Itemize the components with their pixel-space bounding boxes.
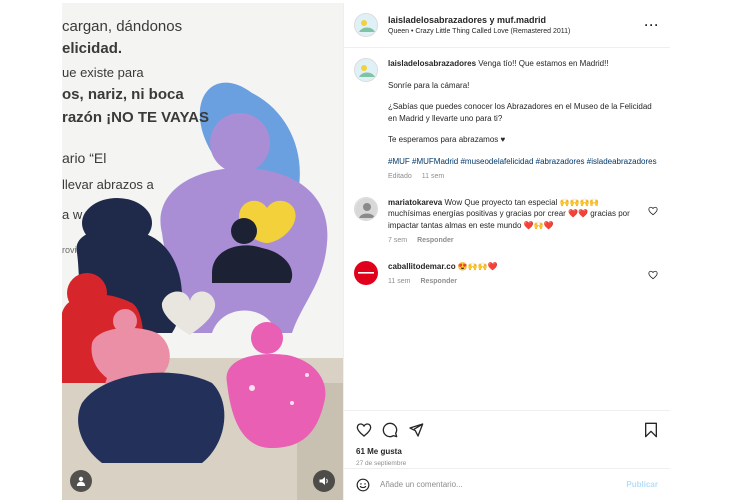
post-container: cargan, dándonos elicidad. ue existe par… (62, 3, 670, 500)
caption-text: Venga tío!! Que estamos en Madrid!! (478, 59, 609, 68)
reply-button[interactable]: Responder (420, 278, 457, 285)
caption-username[interactable]: laisladelosabrazadores (388, 59, 476, 68)
caption-body: laisladelosabrazadores Venga tío!! Que e… (388, 58, 660, 183)
comment-text: 😍🙌🙌❤️ (457, 261, 498, 271)
avatar-illustration (355, 14, 377, 36)
wall-text-line: os, nariz, ni boca (62, 86, 184, 103)
user-tag-button[interactable] (70, 470, 92, 492)
post-authors[interactable]: laisladelosabrazadores y muf.madrid (388, 14, 644, 26)
commenter-avatar[interactable] (354, 196, 378, 221)
comment-like-button[interactable] (648, 267, 658, 285)
heart-outline-icon (648, 206, 658, 215)
share-button[interactable] (408, 422, 424, 438)
comment-input[interactable] (380, 480, 627, 489)
wall-text-line: ario “El (62, 150, 106, 166)
sound-toggle-button[interactable] (313, 470, 335, 492)
video-frame-illustration: cargan, dándonos elicidad. ue existe par… (62, 3, 343, 500)
caption-avatar[interactable] (354, 58, 378, 82)
comment-bubble-icon (382, 422, 398, 438)
wall-text-line: elicidad. (62, 40, 122, 57)
speaker-icon (319, 477, 328, 485)
caption-text: Sonríe para la cámara! (388, 80, 470, 90)
post-date[interactable]: 27 de septiembre (356, 460, 658, 467)
caption: laisladelosabrazadores Venga tío!! Que e… (354, 58, 660, 183)
avatar-illustration (355, 59, 377, 81)
more-horizontal-icon: ··· (644, 18, 660, 32)
smiley-icon (356, 478, 370, 491)
commenter-avatar[interactable] (354, 260, 378, 285)
like-count[interactable]: 61 Me gusta (356, 447, 658, 456)
wall-text-line: ue existe para (62, 65, 144, 80)
post-actions: 61 Me gusta 27 de septiembre Publicar (344, 410, 670, 500)
caption-meta: Editado 11 sem (388, 171, 660, 183)
more-options-button[interactable]: ··· (644, 18, 660, 32)
comment: mariatokareva Wow Que proyecto tan espec… (354, 196, 660, 247)
caption-first-line: laisladelosabrazadores Venga tío!! Que e… (388, 58, 660, 70)
comment-composer: Publicar (344, 468, 670, 500)
comment: caballitodemar.co 😍🙌🙌❤️ 11 sem Responder (354, 260, 660, 288)
comment-like-button[interactable] (648, 203, 658, 221)
post-header: laisladelosabrazadores y muf.madrid Quee… (344, 3, 670, 48)
send-icon (409, 423, 424, 437)
instagram-post-modal: cargan, dándonos elicidad. ue existe par… (0, 0, 750, 500)
post-video[interactable]: cargan, dándonos elicidad. ue existe par… (62, 3, 343, 500)
publish-button[interactable]: Publicar (626, 480, 658, 489)
header-text: laisladelosabrazadores y muf.madrid Quee… (388, 14, 644, 37)
bookmark-icon (645, 422, 657, 438)
wall-text-line: razón ¡NO TE VAYAS (62, 109, 209, 126)
comment-time[interactable]: 7 sem (388, 237, 407, 244)
avatar-illustration (355, 197, 377, 220)
emoji-picker-button[interactable] (356, 478, 370, 492)
edited-label: Editado (388, 173, 412, 180)
audio-track[interactable]: Queen • Crazy Little Thing Called Love (… (388, 26, 644, 37)
heart-outline-icon (356, 423, 372, 437)
wall-text-line: llevar abrazos a (62, 177, 155, 192)
caption-time[interactable]: 11 sem (422, 173, 444, 180)
caption-text: ¿Sabías que puedes conocer los Abrazador… (388, 102, 652, 123)
comment-meta: 7 sem Responder (388, 235, 638, 247)
post-sidebar: laisladelosabrazadores y muf.madrid Quee… (343, 3, 670, 500)
author-avatar[interactable] (354, 13, 378, 37)
action-icons (356, 417, 658, 443)
comment-button[interactable] (382, 422, 398, 438)
caption-text: Te esperamos para abrazamos ♥ (388, 135, 506, 144)
comment-username[interactable]: caballitodemar.co (388, 262, 456, 271)
comment-time[interactable]: 11 sem (388, 278, 410, 285)
wall-text-line: cargan, dándonos (62, 18, 182, 35)
heart-outline-icon (648, 270, 658, 279)
wall-text-line: a w (62, 207, 83, 222)
comment-username[interactable]: mariatokareva (388, 198, 442, 207)
comment-meta: 11 sem Responder (388, 276, 638, 288)
comment-body: mariatokareva Wow Que proyecto tan espec… (388, 197, 660, 247)
comments-section: laisladelosabrazadores Venga tío!! Que e… (344, 48, 670, 410)
save-button[interactable] (644, 422, 658, 438)
reply-button[interactable]: Responder (417, 237, 454, 244)
user-tag-icon (76, 476, 86, 486)
caption-hashtags[interactable]: #MUF #MUFMadrid #museodelafelicidad #abr… (388, 156, 660, 168)
like-button[interactable] (356, 422, 372, 438)
comment-body: caballitodemar.co 😍🙌🙌❤️ 11 sem Responder (388, 261, 660, 288)
brand-logo-icon (358, 271, 374, 274)
